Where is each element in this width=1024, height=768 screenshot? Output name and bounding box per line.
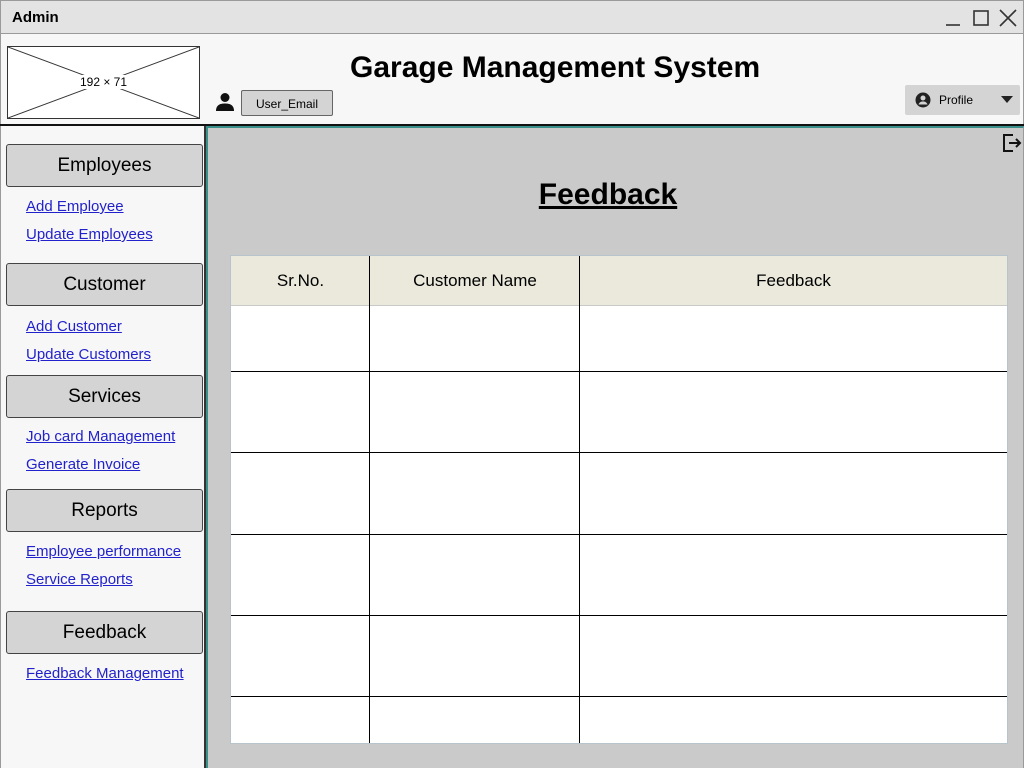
window-title: Admin bbox=[12, 9, 59, 26]
table-row-divider bbox=[231, 534, 1007, 535]
column-header-sr-no: Sr.No. bbox=[276, 271, 325, 290]
sidebar-link-update-employees[interactable]: Update Employees bbox=[26, 226, 153, 243]
maximize-icon[interactable] bbox=[970, 7, 992, 29]
column-header-customer-name: Customer Name bbox=[413, 271, 537, 290]
logo-size-label: 192 × 71 bbox=[77, 75, 130, 89]
minimize-icon[interactable] bbox=[942, 7, 964, 29]
sidebar-section-services[interactable]: Services bbox=[6, 375, 203, 418]
sidebar-section-employees[interactable]: Employees bbox=[6, 144, 203, 187]
table-row-divider bbox=[231, 452, 1007, 453]
caret-down-icon bbox=[1001, 96, 1013, 103]
user-email-button[interactable]: User_Email bbox=[241, 90, 333, 116]
table-row-divider bbox=[231, 696, 1007, 697]
table-row-divider bbox=[231, 371, 1007, 372]
sidebar-link-service-reports[interactable]: Service Reports bbox=[26, 571, 133, 588]
profile-label: Profile bbox=[939, 93, 974, 107]
close-icon[interactable] bbox=[997, 7, 1019, 29]
sidebar-link-feedback-management[interactable]: Feedback Management bbox=[26, 665, 184, 682]
sidebar-link-update-customers[interactable]: Update Customers bbox=[26, 346, 151, 363]
sidebar-link-job-card-management[interactable]: Job card Management bbox=[26, 428, 175, 445]
user-icon bbox=[216, 93, 234, 111]
sidebar-section-reports[interactable]: Reports bbox=[6, 489, 203, 532]
sidebar-link-generate-invoice[interactable]: Generate Invoice bbox=[26, 456, 140, 473]
account-circle-icon bbox=[915, 92, 931, 108]
window-title-bar: Admin bbox=[0, 0, 1024, 34]
column-divider bbox=[369, 256, 370, 743]
column-divider bbox=[579, 256, 580, 743]
sidebar-link-add-customer[interactable]: Add Customer bbox=[26, 318, 122, 335]
logo-placeholder: 192 × 71 bbox=[7, 46, 200, 119]
sidebar: Employees Add Employee Update Employees … bbox=[0, 126, 206, 768]
sidebar-section-feedback[interactable]: Feedback bbox=[6, 611, 203, 654]
sidebar-link-add-employee[interactable]: Add Employee bbox=[26, 198, 124, 215]
sidebar-section-customer[interactable]: Customer bbox=[6, 263, 203, 306]
page-title: Feedback bbox=[538, 178, 678, 211]
main-panel: Feedback Sr.No. Customer Name Feedback bbox=[206, 126, 1024, 768]
feedback-table: Sr.No. Customer Name Feedback bbox=[230, 255, 1008, 744]
sidebar-link-employee-performance[interactable]: Employee performance bbox=[26, 543, 181, 560]
app-header: 192 × 71 Garage Management System User_E… bbox=[0, 34, 1024, 124]
logout-icon[interactable] bbox=[1000, 132, 1022, 154]
table-header: Sr.No. Customer Name Feedback bbox=[231, 256, 1007, 306]
app-title: Garage Management System bbox=[350, 51, 761, 84]
table-row-divider bbox=[231, 615, 1007, 616]
profile-dropdown[interactable]: Profile bbox=[905, 85, 1020, 115]
column-header-feedback: Feedback bbox=[756, 271, 831, 290]
